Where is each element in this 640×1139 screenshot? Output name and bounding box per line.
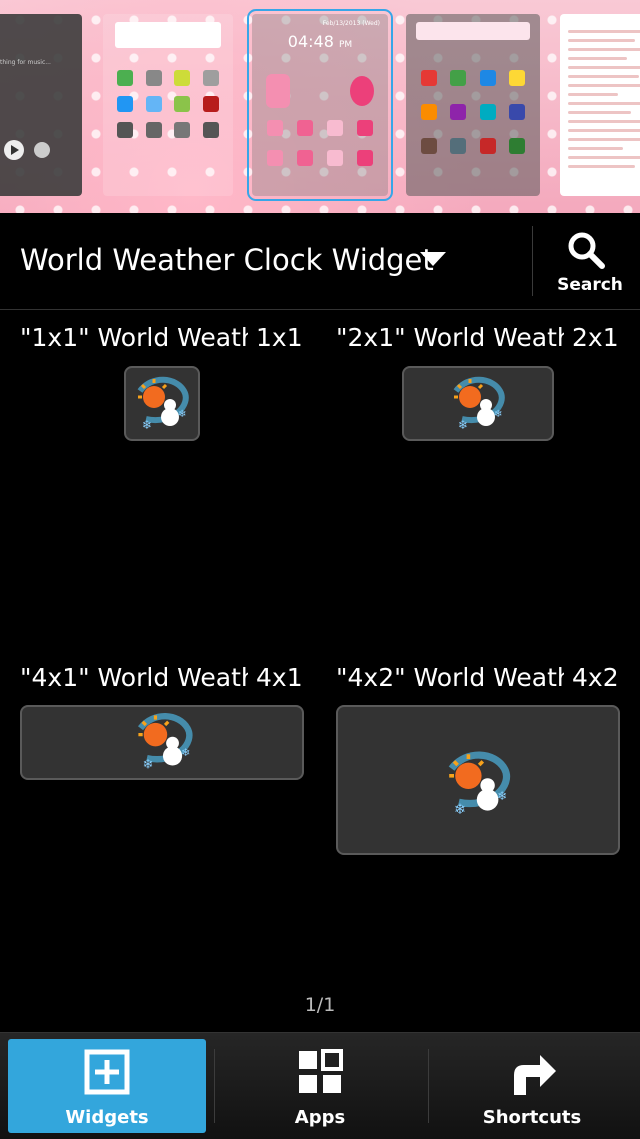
svg-text:❄: ❄ bbox=[142, 418, 152, 432]
widget-label: "4x1" World Weather Clock bbox=[20, 663, 248, 692]
widget-preview[interactable]: ❄ ❄ bbox=[402, 366, 554, 441]
play-icon bbox=[4, 140, 24, 160]
widget-label: "4x2" World Weather Clock bbox=[336, 663, 564, 692]
tab-shortcuts-label: Shortcuts bbox=[482, 1107, 582, 1128]
svg-text:❄: ❄ bbox=[458, 418, 468, 432]
widget-preview[interactable]: ❄ ❄ bbox=[336, 705, 620, 855]
svg-text:❄: ❄ bbox=[178, 409, 186, 420]
pink-decor-icon bbox=[350, 76, 374, 106]
category-title[interactable]: World Weather Clock Widget bbox=[20, 243, 434, 277]
thumb-time: 04:48 bbox=[287, 32, 334, 51]
thumb-date: Feb/13/2013 (Wed) bbox=[322, 20, 380, 27]
svg-text:❄: ❄ bbox=[497, 789, 507, 803]
weather-clock-icon: ❄ ❄ bbox=[453, 376, 505, 432]
shortcut-arrow-icon bbox=[514, 1055, 556, 1095]
tab-widgets[interactable]: Widgets bbox=[8, 1039, 206, 1133]
add-widget-icon bbox=[84, 1049, 130, 1095]
widget-size: 1x1 bbox=[256, 323, 303, 352]
divider bbox=[214, 1049, 215, 1123]
home-screen-strip[interactable]: thing for music... Feb/13/2013 (Wed) 04:… bbox=[0, 0, 640, 213]
divider bbox=[428, 1049, 429, 1123]
widget-preview[interactable]: ❄ ❄ bbox=[124, 366, 200, 441]
tab-apps[interactable]: Apps bbox=[220, 1039, 420, 1133]
home-screen-thumbnail-apps[interactable] bbox=[406, 14, 540, 196]
home-screen-thumbnail-document[interactable] bbox=[560, 14, 640, 196]
weather-clock-icon: ❄ ❄ bbox=[448, 751, 510, 818]
bottom-tab-bar: Widgets Apps Shortcuts bbox=[0, 1032, 640, 1139]
tab-widgets-label: Widgets bbox=[65, 1107, 149, 1128]
widget-label: "1x1" World Weather Clock bbox=[20, 323, 248, 352]
svg-text:❄: ❄ bbox=[143, 758, 154, 773]
weather-clock-icon: ❄ ❄ bbox=[137, 713, 193, 773]
tab-apps-label: Apps bbox=[294, 1107, 346, 1128]
svg-text:❄: ❄ bbox=[181, 746, 190, 759]
pink-decor-icon bbox=[266, 74, 290, 108]
caret-down-icon[interactable] bbox=[420, 252, 446, 266]
widget-preview[interactable]: ❄ ❄ bbox=[20, 705, 304, 780]
thumb-ampm: PM bbox=[339, 40, 353, 50]
svg-text:❄: ❄ bbox=[494, 409, 502, 420]
divider bbox=[532, 226, 533, 296]
home-screen-thumbnail-utility[interactable] bbox=[103, 14, 233, 196]
home-screen-thumbnail-music[interactable]: thing for music... bbox=[0, 14, 82, 196]
fast-forward-icon bbox=[34, 142, 50, 158]
apps-grid-icon bbox=[299, 1049, 343, 1093]
music-caption: thing for music... bbox=[0, 59, 51, 66]
tab-shortcuts[interactable]: Shortcuts bbox=[432, 1039, 632, 1133]
page-indicator: 1/1 bbox=[304, 994, 336, 1016]
widget-size: 4x1 bbox=[256, 663, 303, 692]
shortcut-widget bbox=[416, 22, 530, 40]
svg-text:❄: ❄ bbox=[454, 802, 466, 818]
widget-size: 2x1 bbox=[572, 323, 619, 352]
search-label: Search bbox=[557, 275, 623, 295]
search-icon bbox=[568, 232, 605, 269]
weather-clock-icon: ❄ ❄ bbox=[137, 376, 189, 432]
widget-label: "2x1" World Weather Clock bbox=[336, 323, 564, 352]
search-button[interactable]: Search bbox=[540, 226, 640, 302]
search-widget bbox=[115, 22, 221, 48]
home-screen-thumbnail-clock[interactable]: Feb/13/2013 (Wed) 04:48 PM bbox=[247, 9, 393, 201]
widget-size: 4x2 bbox=[572, 663, 619, 692]
